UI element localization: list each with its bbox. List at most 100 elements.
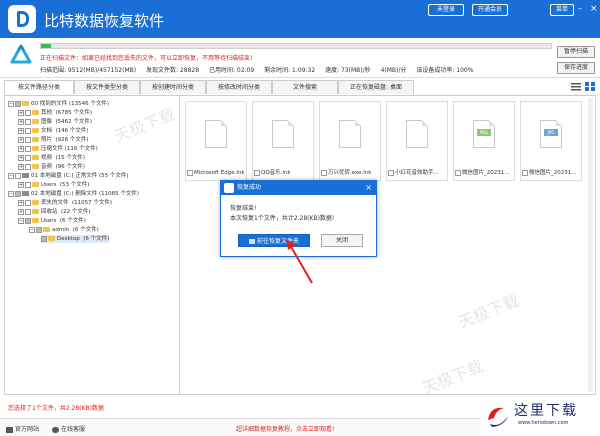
tree-node-recycle-bin[interactable]: + 回收站 (22 个文件) — [18, 208, 91, 216]
collapse-icon[interactable]: − — [8, 172, 14, 179]
collapse-icon[interactable]: − — [8, 100, 14, 107]
collapse-icon[interactable]: − — [29, 226, 35, 233]
tab-file-search[interactable]: 文件搜索 — [272, 80, 338, 94]
drive-icon — [22, 191, 29, 196]
expand-icon[interactable]: + — [18, 118, 24, 125]
folder-icon — [32, 200, 39, 205]
tree-node-c-normal[interactable]: −01 本地磁盘 (C:) 正常文件 (55 个文件) — [8, 172, 129, 180]
site-logo: 这里下载 www.herodown.com — [480, 396, 600, 436]
png-file-icon: PNG — [473, 120, 495, 148]
stat-success-rate: 该设备成功率: 100% — [416, 67, 474, 74]
close-icon[interactable]: × — [365, 181, 372, 195]
tab-by-modified[interactable]: 按修改时间分类 — [206, 80, 272, 94]
tree-node-admin[interactable]: − admin (6 个文件) — [29, 226, 99, 234]
expand-icon[interactable]: + — [18, 109, 24, 116]
tab-by-type[interactable]: 按文件类型分类 — [74, 80, 140, 94]
checkbox[interactable] — [254, 169, 260, 176]
checkbox[interactable] — [25, 181, 31, 188]
checkbox[interactable] — [15, 172, 21, 179]
expand-icon[interactable]: + — [18, 127, 24, 134]
checkbox[interactable] — [455, 169, 461, 176]
expand-icon[interactable]: + — [18, 154, 24, 161]
file-item[interactable]: Microsoft Edge.lnk — [185, 101, 247, 181]
selection-status: 您选择了1个文件，共2.28(KB)数据 — [8, 405, 104, 412]
tree-node-desktop[interactable]: Desktop (6 个文件) — [41, 235, 110, 243]
checkbox[interactable] — [41, 235, 47, 242]
drive-icon — [22, 173, 29, 178]
menu-button[interactable]: 菜单 — [550, 4, 574, 16]
folder-icon — [32, 128, 39, 133]
app-logo-icon — [8, 5, 36, 33]
checkbox[interactable] — [25, 127, 31, 134]
tutorial-link[interactable]: 超详细数据恢复教程，点击立即观看! — [236, 424, 334, 433]
folder-tree: −00 找到的文件 (13546 个文件) + 其他 (6785 个文件) + 图像… — [4, 95, 179, 395]
checkbox[interactable] — [25, 163, 31, 170]
tree-node-images[interactable]: + 图像 (5462 个文件) — [18, 118, 92, 126]
swirl-logo-icon — [488, 407, 508, 427]
expand-icon[interactable]: + — [18, 208, 24, 215]
tab-by-path[interactable]: 按文件路径分类 — [4, 80, 74, 94]
list-view-icon[interactable] — [571, 82, 581, 91]
expand-icon[interactable]: + — [18, 163, 24, 170]
vip-button[interactable]: 开通会员 — [472, 4, 508, 16]
file-item[interactable]: QQ音乐.lnk — [252, 101, 314, 181]
save-progress-button[interactable]: 保存进度 — [557, 62, 595, 74]
tree-node-users-normal[interactable]: + Users (53 个文件) — [18, 181, 89, 189]
file-item[interactable]: JPG 微信图片_20231... — [520, 101, 582, 181]
tree-node-archives[interactable]: + 压缩文件 (116 个文件) — [18, 145, 98, 153]
checkbox[interactable] — [187, 169, 193, 176]
checkbox[interactable] — [25, 145, 31, 152]
title-bar: 比特数据恢复软件 未登录 开通会员 菜单 – × — [0, 0, 600, 38]
stat-speed: 速度: 73(MB)/秒 — [325, 67, 371, 74]
tree-node-audio[interactable]: + 音频 (96 个文件) — [18, 163, 85, 171]
close-icon[interactable]: × — [590, 5, 598, 14]
tree-node-photos[interactable]: + 照片 (926 个文件) — [18, 136, 89, 144]
folder-icon — [22, 101, 29, 106]
website-link[interactable]: 官方网站 — [6, 424, 39, 433]
folder-icon — [32, 164, 39, 169]
tree-node-other[interactable]: + 其他 (6785 个文件) — [18, 109, 92, 117]
file-grid-scrollbar[interactable] — [588, 98, 593, 392]
checkbox[interactable] — [25, 208, 31, 215]
tree-node-lost-files[interactable]: + 丢失的文件 (11057 个文件) — [18, 199, 112, 207]
file-item[interactable]: 小红花音效助手... — [386, 101, 448, 181]
pause-scan-button[interactable]: 暂停扫描 — [557, 46, 595, 58]
collapse-icon[interactable]: − — [8, 190, 14, 197]
stat-found: 发现文件数: 28828 — [146, 67, 200, 74]
checkbox[interactable] — [25, 109, 31, 116]
collapse-icon[interactable]: − — [18, 217, 24, 224]
checkbox[interactable] — [25, 118, 31, 125]
expand-icon[interactable]: + — [18, 199, 24, 206]
expand-icon[interactable]: + — [18, 181, 24, 188]
expand-icon[interactable]: + — [18, 145, 24, 152]
tab-by-created[interactable]: 按创建时间分类 — [140, 80, 206, 94]
file-item[interactable]: 万兴优转.exe.lnk — [319, 101, 381, 181]
online-service-link[interactable]: 在线客服 — [52, 424, 85, 433]
login-button[interactable]: 未登录 — [428, 4, 464, 16]
checkbox[interactable] — [388, 169, 394, 176]
tree-node-c-deleted[interactable]: −02 本地磁盘 (C:) 删除文件 (11085 个文件) — [8, 190, 139, 198]
checkbox[interactable] — [25, 136, 31, 143]
category-tabs: 按文件路径分类 按文件类型分类 按创建时间分类 按修改时间分类 文件搜索 正在恢… — [4, 80, 596, 94]
tree-node-users-deleted[interactable]: − Users (6 个文件) — [18, 217, 86, 225]
tree-node-videos[interactable]: + 视频 (15 个文件) — [18, 154, 85, 162]
file-item[interactable]: PNG 微信图片_20231... — [453, 101, 515, 181]
checkbox[interactable] — [25, 217, 31, 224]
checkbox[interactable] — [15, 100, 21, 107]
checkbox[interactable] — [36, 226, 42, 233]
monitor-icon — [6, 426, 13, 433]
grid-view-icon[interactable] — [585, 82, 595, 91]
dialog-close-button[interactable]: 关闭 — [321, 234, 363, 247]
folder-icon — [32, 137, 39, 142]
checkbox[interactable] — [25, 154, 31, 161]
recycle-scan-icon — [10, 44, 32, 64]
tab-recovering-disk[interactable]: 正在恢复磁盘: 桌面 — [338, 80, 414, 94]
checkbox[interactable] — [321, 169, 327, 176]
checkbox[interactable] — [522, 169, 528, 176]
minimize-icon[interactable]: – — [578, 5, 583, 14]
expand-icon[interactable]: + — [18, 136, 24, 143]
checkbox[interactable] — [15, 190, 21, 197]
tree-node-found[interactable]: −00 找到的文件 (13546 个文件) — [8, 100, 109, 108]
checkbox[interactable] — [25, 199, 31, 206]
tree-node-documents[interactable]: + 文档 (146 个文件) — [18, 127, 89, 135]
